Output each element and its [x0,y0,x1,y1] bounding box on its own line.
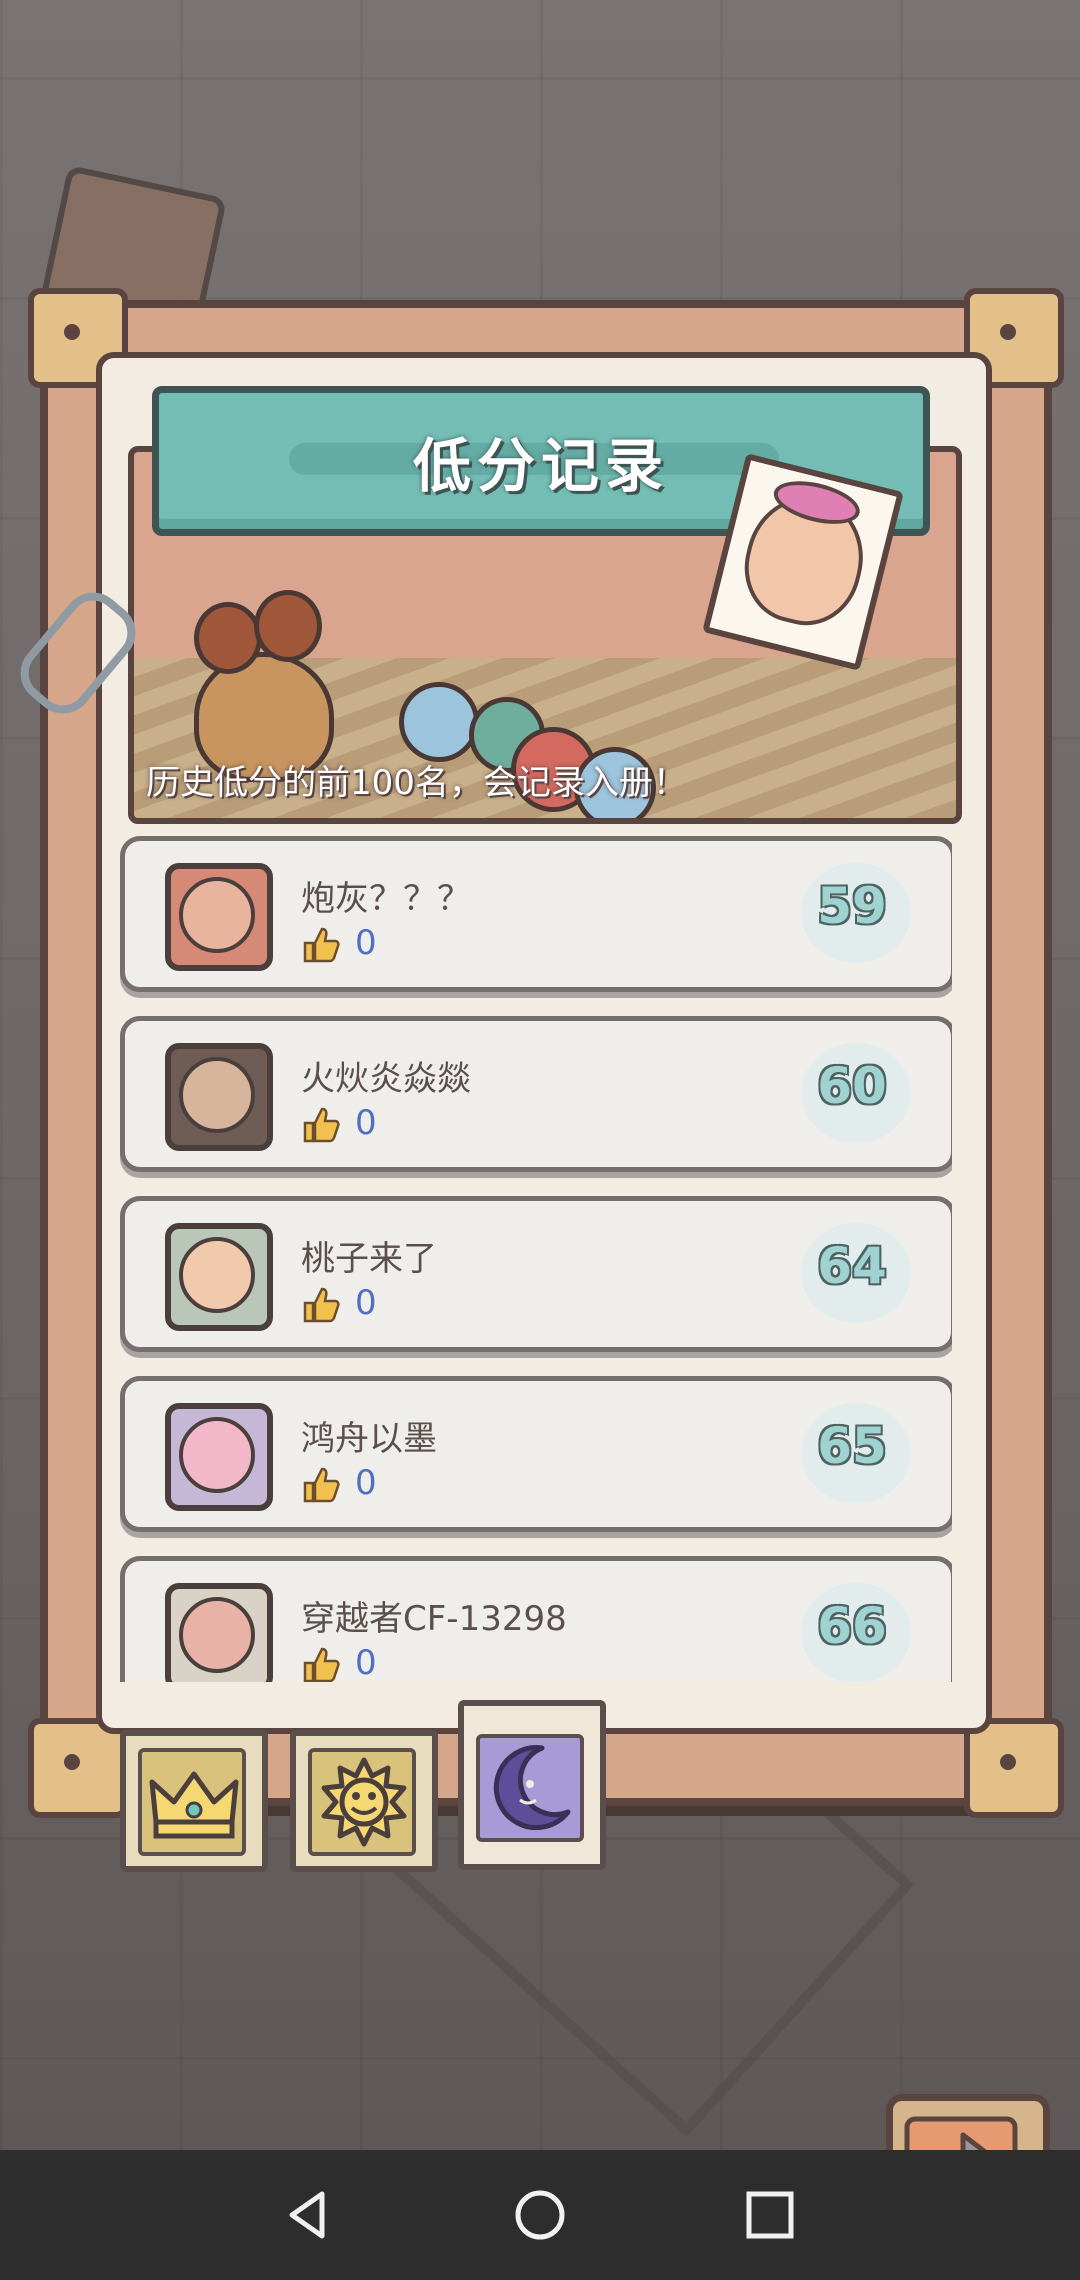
avatar-face [179,1597,255,1673]
tab-crown[interactable] [120,1730,268,1872]
avatar-face [179,1237,255,1313]
score-value: 59 [817,877,887,935]
system-navigation-bar [0,2150,1080,2280]
player-name: 火炏炎焱燚 [301,1059,471,1099]
score-value: 65 [817,1417,887,1475]
like-count: 0 [355,923,377,963]
record-row[interactable]: 鸿舟以墨 0 65 [120,1376,952,1532]
avatar-face [179,1057,255,1133]
home-icon[interactable] [505,2180,575,2250]
player-name: 炮灰？？？ [301,879,471,919]
record-row[interactable]: 炮灰？？？ 0 59 [120,836,952,992]
score-value: 64 [817,1237,887,1295]
tab-moon[interactable] [458,1700,606,1870]
sun-icon [321,1757,407,1847]
ball-illustration [399,682,479,762]
banner-subtitle: 历史低分的前100名，会记录入册！ [146,763,687,803]
avatar-face [179,877,255,953]
thumbs-up-icon[interactable] [301,1105,341,1145]
record-row[interactable]: 火炏炎焱燚 0 60 [120,1016,952,1172]
back-icon[interactable] [272,2180,342,2250]
score-value: 66 [817,1597,887,1655]
like-count: 0 [355,1103,377,1143]
like-count: 0 [355,1463,377,1503]
like-count: 0 [355,1283,377,1323]
avatar-face [179,1417,255,1493]
thumbs-up-icon[interactable] [301,925,341,965]
pink-creature-avatar [165,1403,273,1511]
record-row[interactable]: 桃子来了 0 64 [120,1196,952,1352]
like-count: 0 [355,1643,377,1682]
player-name: 穿越者CF-13298 [301,1599,567,1639]
thumbs-up-icon[interactable] [301,1465,341,1505]
red-haired-man-avatar [165,863,273,971]
tab-sun[interactable] [290,1730,438,1872]
thumbs-up-icon[interactable] [301,1645,341,1682]
girl-avatar [165,1223,273,1331]
character-head [254,590,322,662]
crown-icon [149,1771,239,1839]
long-haired-man-avatar [165,1043,273,1151]
recents-icon[interactable] [735,2180,805,2250]
score-value: 60 [817,1057,887,1115]
thumbs-up-icon[interactable] [301,1285,341,1325]
player-name: 鸿舟以墨 [301,1419,437,1459]
moon-icon [493,1745,571,1831]
snail-avatar [165,1583,273,1682]
character-head [194,602,262,674]
player-name: 桃子来了 [301,1239,437,1279]
record-row[interactable]: 穿越者CF-13298 0 66 [120,1556,952,1682]
record-list[interactable]: 炮灰？？？ 0 59 火炏炎焱燚 0 60 桃子来了 0 64 鸿舟以墨 0 6… [120,836,952,1682]
